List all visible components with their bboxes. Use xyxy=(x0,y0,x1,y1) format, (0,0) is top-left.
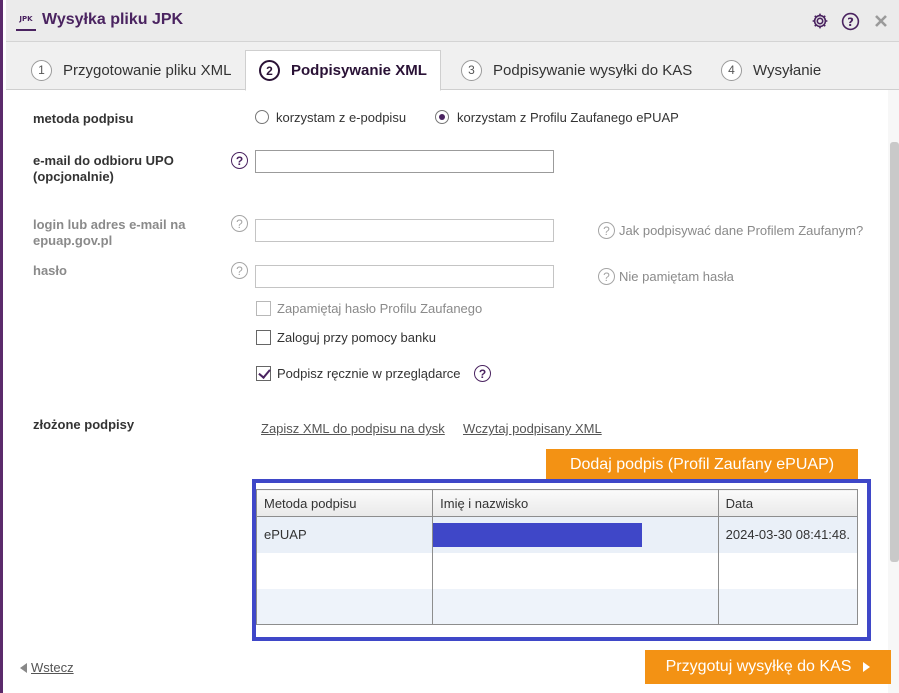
tab-label: Podpisywanie wysyłki do KAS xyxy=(493,61,693,79)
tab-label: Przygotowanie pliku XML xyxy=(63,61,232,79)
epuap-radio[interactable] xyxy=(435,110,449,124)
epuap-login-label-line1: login lub adres e-mail na xyxy=(33,217,186,232)
title-bar: JPK Wysyłka pliku JPK ? xyxy=(6,0,899,42)
arrow-right-icon xyxy=(863,662,871,672)
table-row[interactable] xyxy=(255,588,859,625)
help-icon[interactable]: ? xyxy=(839,10,861,32)
cell-method: ePUAP xyxy=(255,516,434,553)
profile-help-icon[interactable]: ? xyxy=(598,222,615,239)
tab-number: 2 xyxy=(259,60,280,81)
forgot-password-link[interactable]: Nie pamiętam hasła xyxy=(619,269,734,284)
signing-method-label: metoda podpisu xyxy=(33,111,134,126)
table-header-row: Metoda podpisu Imię i nazwisko Data xyxy=(255,489,859,517)
scrollbar-thumb[interactable] xyxy=(890,142,899,562)
column-header-date[interactable]: Data xyxy=(717,489,859,517)
remember-password-label[interactable]: Zapamiętaj hasło Profilu Zaufanego xyxy=(277,301,482,316)
upo-email-label-line2: (opcjonalnie) xyxy=(33,169,114,184)
signatures-table: Metoda podpisu Imię i nazwisko Data ePUA… xyxy=(255,489,859,625)
load-signed-xml-link[interactable]: Wczytaj podpisany XML xyxy=(463,421,602,436)
jpk-logo-icon: JPK xyxy=(16,11,36,31)
back-label: Wstecz xyxy=(31,660,74,675)
cell-date xyxy=(717,552,859,589)
cell-name xyxy=(432,552,719,589)
epuap-radio-label[interactable]: korzystam z Profilu Zaufanego ePUAP xyxy=(457,110,679,125)
dialog-title: Wysyłka pliku JPK xyxy=(42,11,184,28)
tab-xml-preparation[interactable]: 1 Przygotowanie pliku XML xyxy=(31,50,231,90)
svg-text:?: ? xyxy=(847,14,854,28)
bank-login-label[interactable]: Zaloguj przy pomocy banku xyxy=(277,330,436,345)
epuap-login-help-icon[interactable]: ? xyxy=(231,215,248,232)
profile-help-link[interactable]: Jak podpisywać dane Profilem Zaufanym? xyxy=(619,223,863,238)
tab-sending[interactable]: 4 Wysyłanie xyxy=(721,50,821,90)
manual-sign-checkbox[interactable] xyxy=(256,366,271,381)
column-header-method[interactable]: Metoda podpisu xyxy=(255,489,434,517)
cell-name xyxy=(432,516,719,553)
signatures-label: złożone podpisy xyxy=(33,417,135,432)
cell-method xyxy=(255,552,434,589)
table-row[interactable]: ePUAP 2024-03-30 08:41:48. xyxy=(255,516,859,553)
manual-sign-label[interactable]: Podpisz ręcznie w przeglądarce xyxy=(277,366,461,381)
table-row[interactable] xyxy=(255,552,859,589)
cell-name xyxy=(432,588,719,625)
epuap-login-label: login lub adres e-mail na epuap.gov.pl xyxy=(33,217,185,249)
prepare-kas-button[interactable]: Przygotuj wysyłkę do KAS xyxy=(645,650,891,684)
esign-radio[interactable] xyxy=(255,110,269,124)
tab-number: 3 xyxy=(461,59,482,81)
bank-login-checkbox[interactable] xyxy=(256,330,271,345)
forgot-password-help-icon[interactable]: ? xyxy=(598,268,615,285)
esign-radio-label[interactable]: korzystam z e-podpisu xyxy=(276,110,406,125)
save-xml-link[interactable]: Zapisz XML do podpisu na dysk xyxy=(261,421,445,436)
close-icon[interactable] xyxy=(870,10,892,32)
epuap-login-label-line2: epuap.gov.pl xyxy=(33,233,113,248)
tab-xml-signing[interactable]: 2 Podpisywanie XML xyxy=(245,50,441,91)
prepare-kas-button-label: Przygotuj wysyłkę do KAS xyxy=(665,658,852,675)
password-label: hasło xyxy=(33,263,67,278)
upo-email-label: e-mail do odbioru UPO (opcjonalnie) xyxy=(33,153,174,185)
cell-date: 2024-03-30 08:41:48. xyxy=(717,516,859,553)
dialog-window: JPK Wysyłka pliku JPK ? 1 Przygotowanie … xyxy=(0,0,899,693)
upo-email-help-icon[interactable]: ? xyxy=(231,152,248,169)
upo-email-label-line1: e-mail do odbioru UPO xyxy=(33,153,174,168)
tab-kas-signing[interactable]: 3 Podpisywanie wysyłki do KAS xyxy=(461,50,692,90)
arrow-left-icon xyxy=(20,663,27,673)
column-header-name[interactable]: Imię i nazwisko xyxy=(432,489,719,517)
add-signature-button[interactable]: Dodaj podpis (Profil Zaufany ePUAP) xyxy=(546,449,858,481)
cell-date xyxy=(717,588,859,625)
upo-email-input[interactable] xyxy=(255,150,554,173)
tab-number: 4 xyxy=(721,59,742,81)
back-link[interactable]: Wstecz xyxy=(20,660,74,675)
password-help-icon[interactable]: ? xyxy=(231,262,248,279)
tab-label: Wysyłanie xyxy=(753,61,822,79)
tab-number: 1 xyxy=(31,59,52,81)
cell-method xyxy=(255,588,434,625)
remember-password-checkbox[interactable] xyxy=(256,301,271,316)
redacted-name-block xyxy=(433,522,643,547)
manual-sign-help-icon[interactable]: ? xyxy=(474,365,491,382)
password-input[interactable] xyxy=(255,265,554,288)
wizard-tabs: 1 Przygotowanie pliku XML 2 Podpisywanie… xyxy=(6,42,899,91)
epuap-login-input[interactable] xyxy=(255,219,554,242)
tab-label: Podpisywanie XML xyxy=(291,62,427,79)
gear-icon[interactable] xyxy=(809,10,831,32)
